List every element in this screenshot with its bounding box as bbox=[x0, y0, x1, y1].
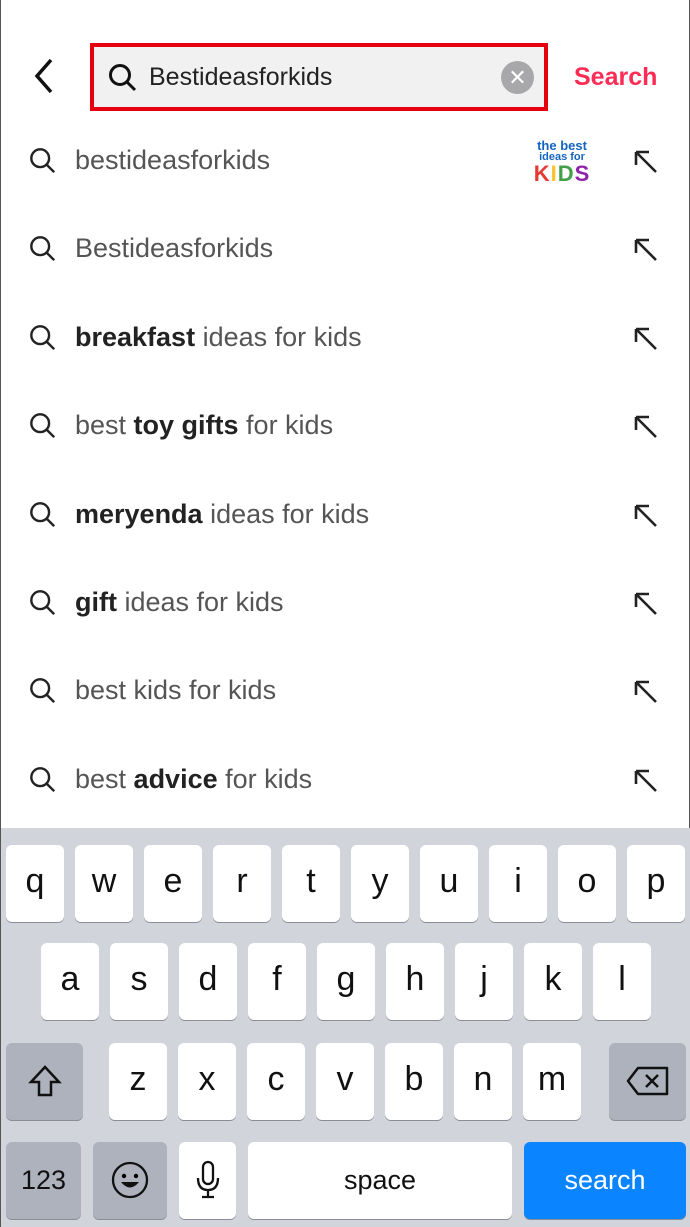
search-icon bbox=[29, 324, 57, 357]
suggestion-text-part: ideas for kids bbox=[202, 498, 370, 529]
search-key[interactable]: search bbox=[524, 1142, 686, 1219]
key-p[interactable]: p bbox=[627, 845, 685, 922]
key-c[interactable]: c bbox=[247, 1043, 305, 1120]
key-y[interactable]: y bbox=[351, 845, 409, 922]
key-t[interactable]: t bbox=[282, 845, 340, 922]
key-l[interactable]: l bbox=[593, 943, 651, 1020]
key-q[interactable]: q bbox=[6, 845, 64, 922]
suggestion-text-part: gift bbox=[75, 586, 117, 617]
suggestion-text: best kids for kids bbox=[75, 675, 276, 706]
suggestion-text-part: ideas for kids bbox=[195, 321, 362, 352]
search-icon bbox=[29, 677, 57, 710]
key-r[interactable]: r bbox=[213, 845, 271, 922]
keyboard: q w e r t y u i o p a s d f g h j k l z x c v b n m 123 space search bbox=[1, 828, 690, 1227]
suggestion-text-part: ideas for kids bbox=[116, 586, 284, 617]
fill-query-arrow-icon[interactable] bbox=[633, 326, 659, 357]
fill-query-arrow-icon[interactable] bbox=[633, 414, 659, 445]
key-e[interactable]: e bbox=[144, 845, 202, 922]
fill-query-arrow-icon[interactable] bbox=[633, 591, 659, 622]
suggestion-text-part: for kids bbox=[238, 410, 334, 441]
search-icon bbox=[29, 147, 57, 180]
key-m[interactable]: m bbox=[523, 1043, 581, 1120]
key-v[interactable]: v bbox=[316, 1043, 374, 1120]
suggestion-item[interactable]: bestideasforkids the best ideas for KIDS bbox=[1, 117, 690, 205]
suggestion-text-part: best bbox=[75, 763, 134, 794]
dictation-key[interactable] bbox=[179, 1142, 236, 1219]
key-n[interactable]: n bbox=[454, 1043, 512, 1120]
suggestion-item[interactable]: meryenda ideas for kids bbox=[1, 471, 690, 559]
search-icon bbox=[29, 589, 57, 622]
suggestion-text-part: bestideasforkids bbox=[75, 145, 271, 175]
suggestion-list: bestideasforkids the best ideas for KIDS Bes… bbox=[1, 117, 690, 824]
delete-key[interactable] bbox=[609, 1043, 686, 1120]
suggestion-text-part: meryenda bbox=[75, 498, 203, 529]
search-button[interactable]: Search bbox=[574, 63, 657, 92]
space-key[interactable]: space bbox=[248, 1142, 512, 1219]
key-x[interactable]: x bbox=[178, 1043, 236, 1120]
suggestion-item[interactable]: gift ideas for kids bbox=[1, 559, 690, 647]
key-h[interactable]: h bbox=[386, 943, 444, 1020]
fill-query-arrow-icon[interactable] bbox=[633, 503, 659, 534]
suggestion-text-part: for kids bbox=[217, 763, 313, 794]
suggestion-item[interactable]: best toy gifts for kids bbox=[1, 382, 690, 470]
key-f[interactable]: f bbox=[248, 943, 306, 1020]
back-chevron-icon[interactable] bbox=[29, 56, 59, 96]
key-w[interactable]: w bbox=[75, 845, 133, 922]
account-logo: the best ideas for KIDS bbox=[533, 138, 591, 186]
suggestion-text-part: Bestideasforkids bbox=[75, 233, 274, 264]
key-b[interactable]: b bbox=[385, 1043, 443, 1120]
search-icon bbox=[29, 766, 57, 799]
suggestion-text: best toy gifts for kids bbox=[75, 410, 333, 441]
suggestion-item[interactable]: best kids for kids bbox=[1, 647, 690, 735]
suggestion-text-part: toy gifts bbox=[133, 410, 239, 441]
key-j[interactable]: j bbox=[455, 943, 513, 1020]
emoji-icon bbox=[111, 1161, 149, 1199]
key-a[interactable]: a bbox=[41, 943, 99, 1020]
key-z[interactable]: z bbox=[109, 1043, 167, 1120]
suggestion-item[interactable]: breakfast ideas for kids bbox=[1, 294, 690, 382]
suggestion-item[interactable]: Bestideasforkids bbox=[1, 205, 690, 293]
numbers-key[interactable]: 123 bbox=[6, 1142, 81, 1219]
key-g[interactable]: g bbox=[317, 943, 375, 1020]
suggestion-text: Bestideasforkids bbox=[75, 233, 273, 264]
suggestion-text-part: breakfast bbox=[75, 321, 196, 352]
shift-icon bbox=[27, 1065, 62, 1097]
suggestion-text: breakfast ideas for kids bbox=[75, 322, 362, 353]
search-icon bbox=[29, 235, 57, 268]
search-icon bbox=[29, 501, 57, 534]
fill-query-arrow-icon[interactable] bbox=[633, 768, 659, 799]
fill-query-arrow-icon[interactable] bbox=[633, 679, 659, 710]
suggestion-text: gift ideas for kids bbox=[75, 587, 284, 618]
backspace-icon bbox=[626, 1066, 668, 1096]
search-field[interactable]: Bestideasforkids ✕ bbox=[90, 43, 548, 111]
suggestion-text-part: advice bbox=[133, 763, 218, 794]
key-d[interactable]: d bbox=[179, 943, 237, 1020]
clear-icon[interactable]: ✕ bbox=[501, 61, 534, 94]
key-u[interactable]: u bbox=[420, 845, 478, 922]
fill-query-arrow-icon[interactable] bbox=[633, 149, 659, 180]
key-k[interactable]: k bbox=[524, 943, 582, 1020]
suggestion-text: bestideasforkids bbox=[75, 145, 270, 176]
search-icon bbox=[109, 64, 137, 92]
suggestion-text: meryenda ideas for kids bbox=[75, 499, 369, 530]
suggestion-item[interactable]: best advice for kids bbox=[1, 736, 690, 824]
fill-query-arrow-icon[interactable] bbox=[633, 237, 659, 268]
search-icon bbox=[29, 412, 57, 445]
key-i[interactable]: i bbox=[489, 845, 547, 922]
suggestion-text-part: best kids for kids bbox=[75, 675, 277, 706]
key-o[interactable]: o bbox=[558, 845, 616, 922]
search-input[interactable]: Bestideasforkids bbox=[149, 63, 332, 92]
suggestion-text-part: best bbox=[75, 410, 134, 441]
emoji-key[interactable] bbox=[93, 1142, 167, 1219]
suggestion-text: best advice for kids bbox=[75, 764, 312, 795]
key-s[interactable]: s bbox=[110, 943, 168, 1020]
microphone-icon bbox=[196, 1160, 219, 1199]
shift-key[interactable] bbox=[6, 1043, 83, 1120]
